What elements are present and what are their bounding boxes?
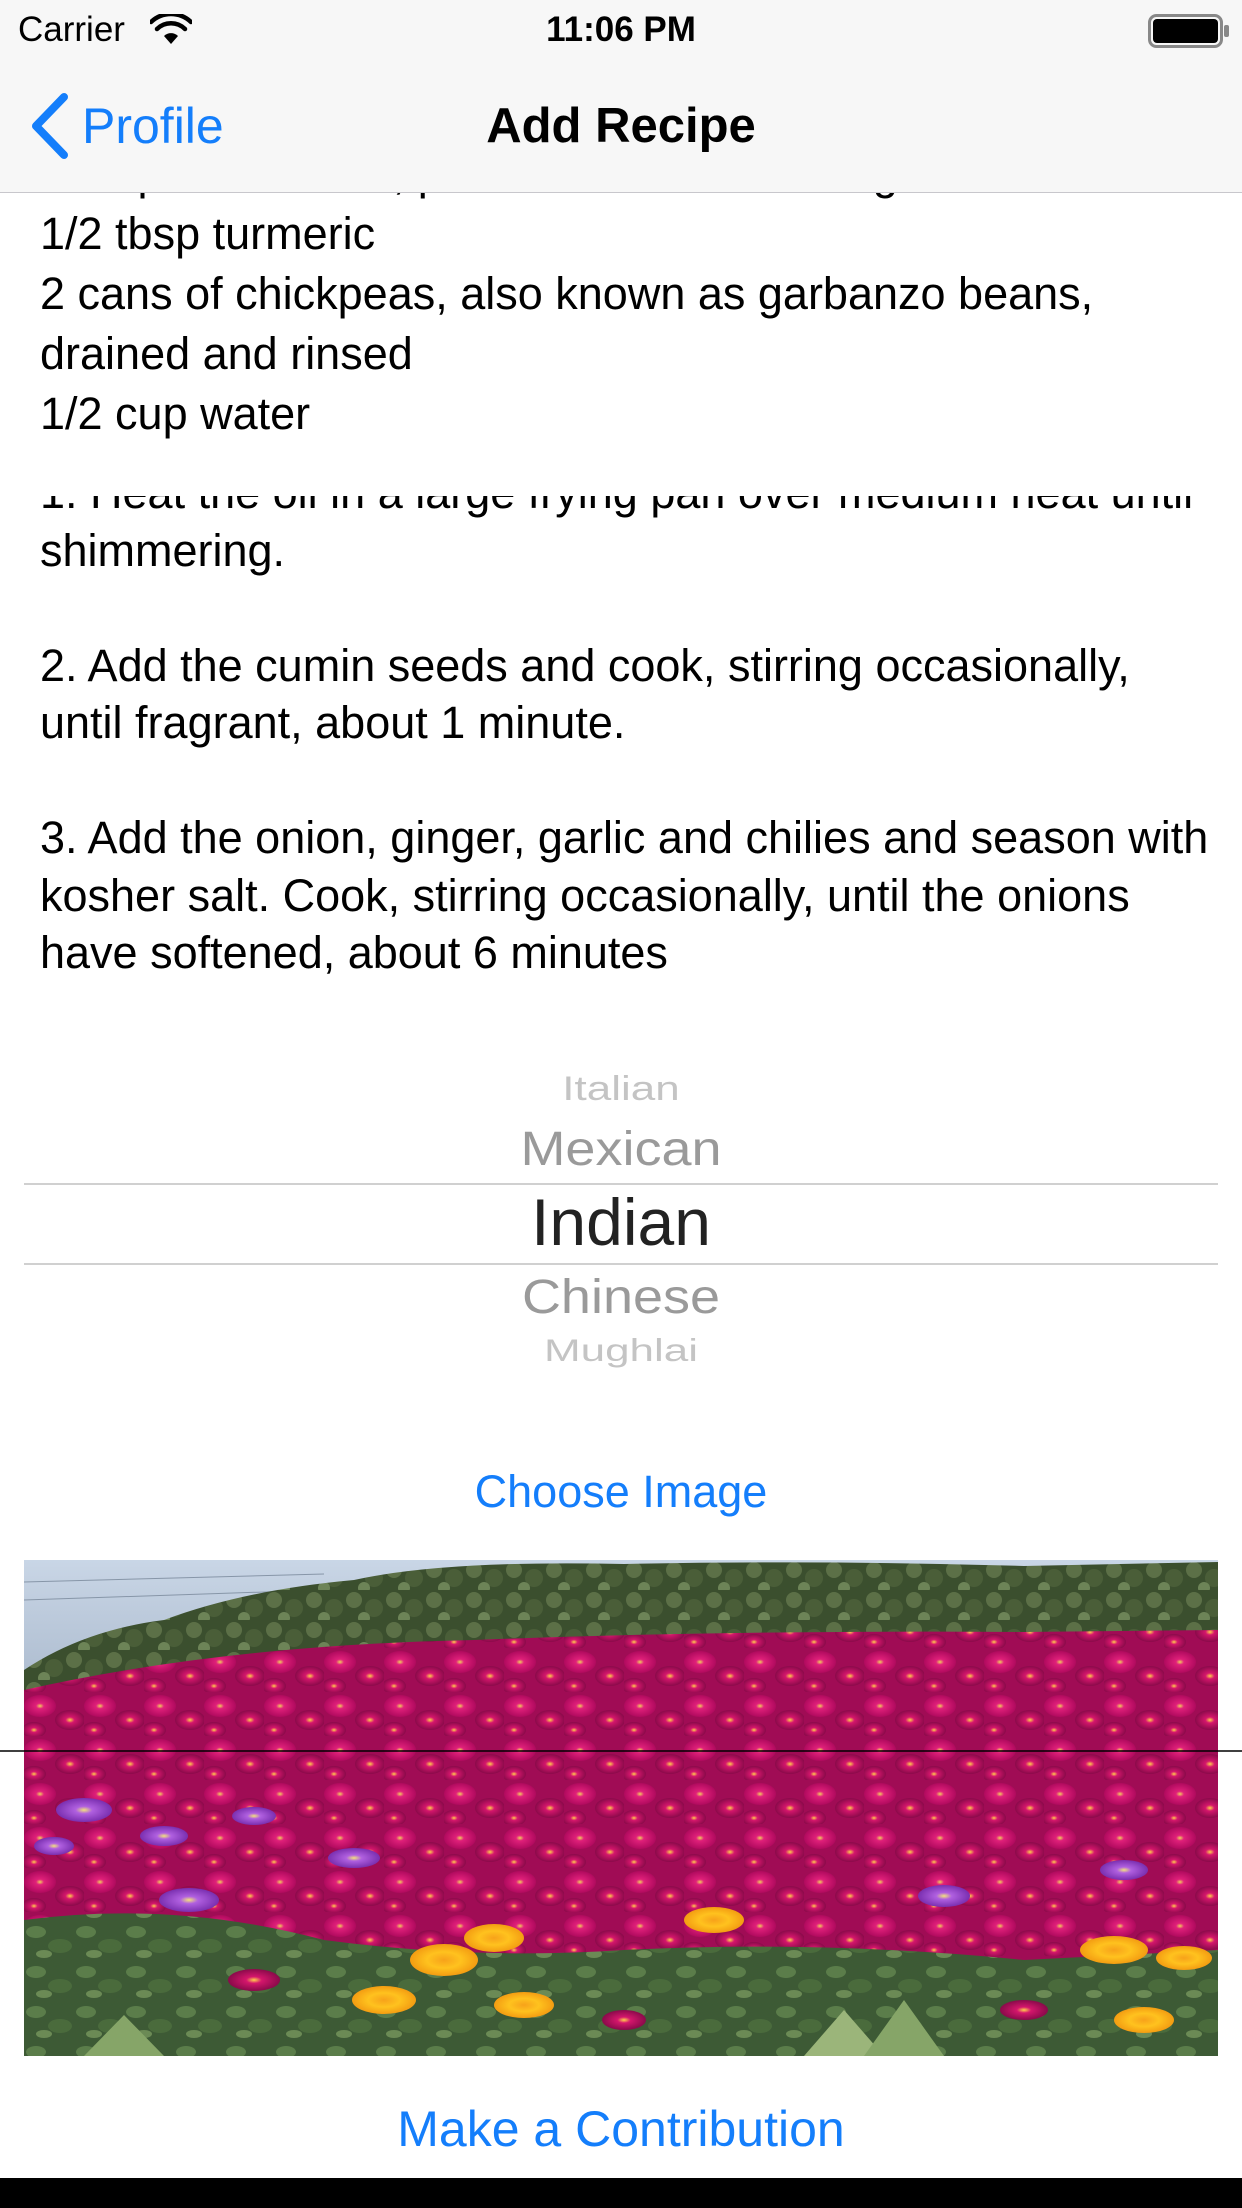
page-title: Add Recipe: [486, 99, 756, 153]
flower-photo: [24, 1560, 1218, 2056]
make-contribution-button[interactable]: Make a Contribution: [0, 2100, 1242, 2158]
status-time: 11:06 PM: [546, 10, 696, 49]
ingredients-text-view[interactable]: 1 tbsp kosher salt, plus more for season…: [40, 192, 1210, 470]
picker-option[interactable]: Chinese: [24, 1269, 1218, 1325]
picker-selected-option[interactable]: Indian: [24, 1184, 1218, 1260]
status-bar: Carrier 11:06 PM: [0, 0, 1242, 60]
add-recipe-screen: Carrier 11:06 PM Profile Add Recipe 1 tb…: [0, 0, 1242, 2208]
picker-selection-bottom-line: [24, 1263, 1218, 1265]
cuisine-picker[interactable]: Italian Mexican Indian Chinese Mughlai: [24, 1046, 1218, 1376]
picker-option[interactable]: Mughlai: [24, 1333, 1218, 1369]
ingredients-text: 1 tbsp kosher salt, plus more for season…: [40, 192, 1094, 439]
directions-text-view[interactable]: 1. Heat the oil in a large frying pan ov…: [40, 496, 1210, 1006]
picker-option[interactable]: Mexican: [24, 1121, 1218, 1177]
recipe-image: [24, 1560, 1218, 2056]
choose-image-button[interactable]: Choose Image: [0, 1466, 1242, 1518]
bottom-edge: [0, 2178, 1242, 2208]
divider-line: [0, 1750, 1242, 1752]
navigation-bar: Profile Add Recipe: [0, 60, 1242, 193]
picker-option[interactable]: Italian: [24, 1070, 1218, 1109]
directions-text: 1. Heat the oil in a large frying pan ov…: [40, 496, 1209, 978]
battery-icon: [1148, 14, 1229, 48]
